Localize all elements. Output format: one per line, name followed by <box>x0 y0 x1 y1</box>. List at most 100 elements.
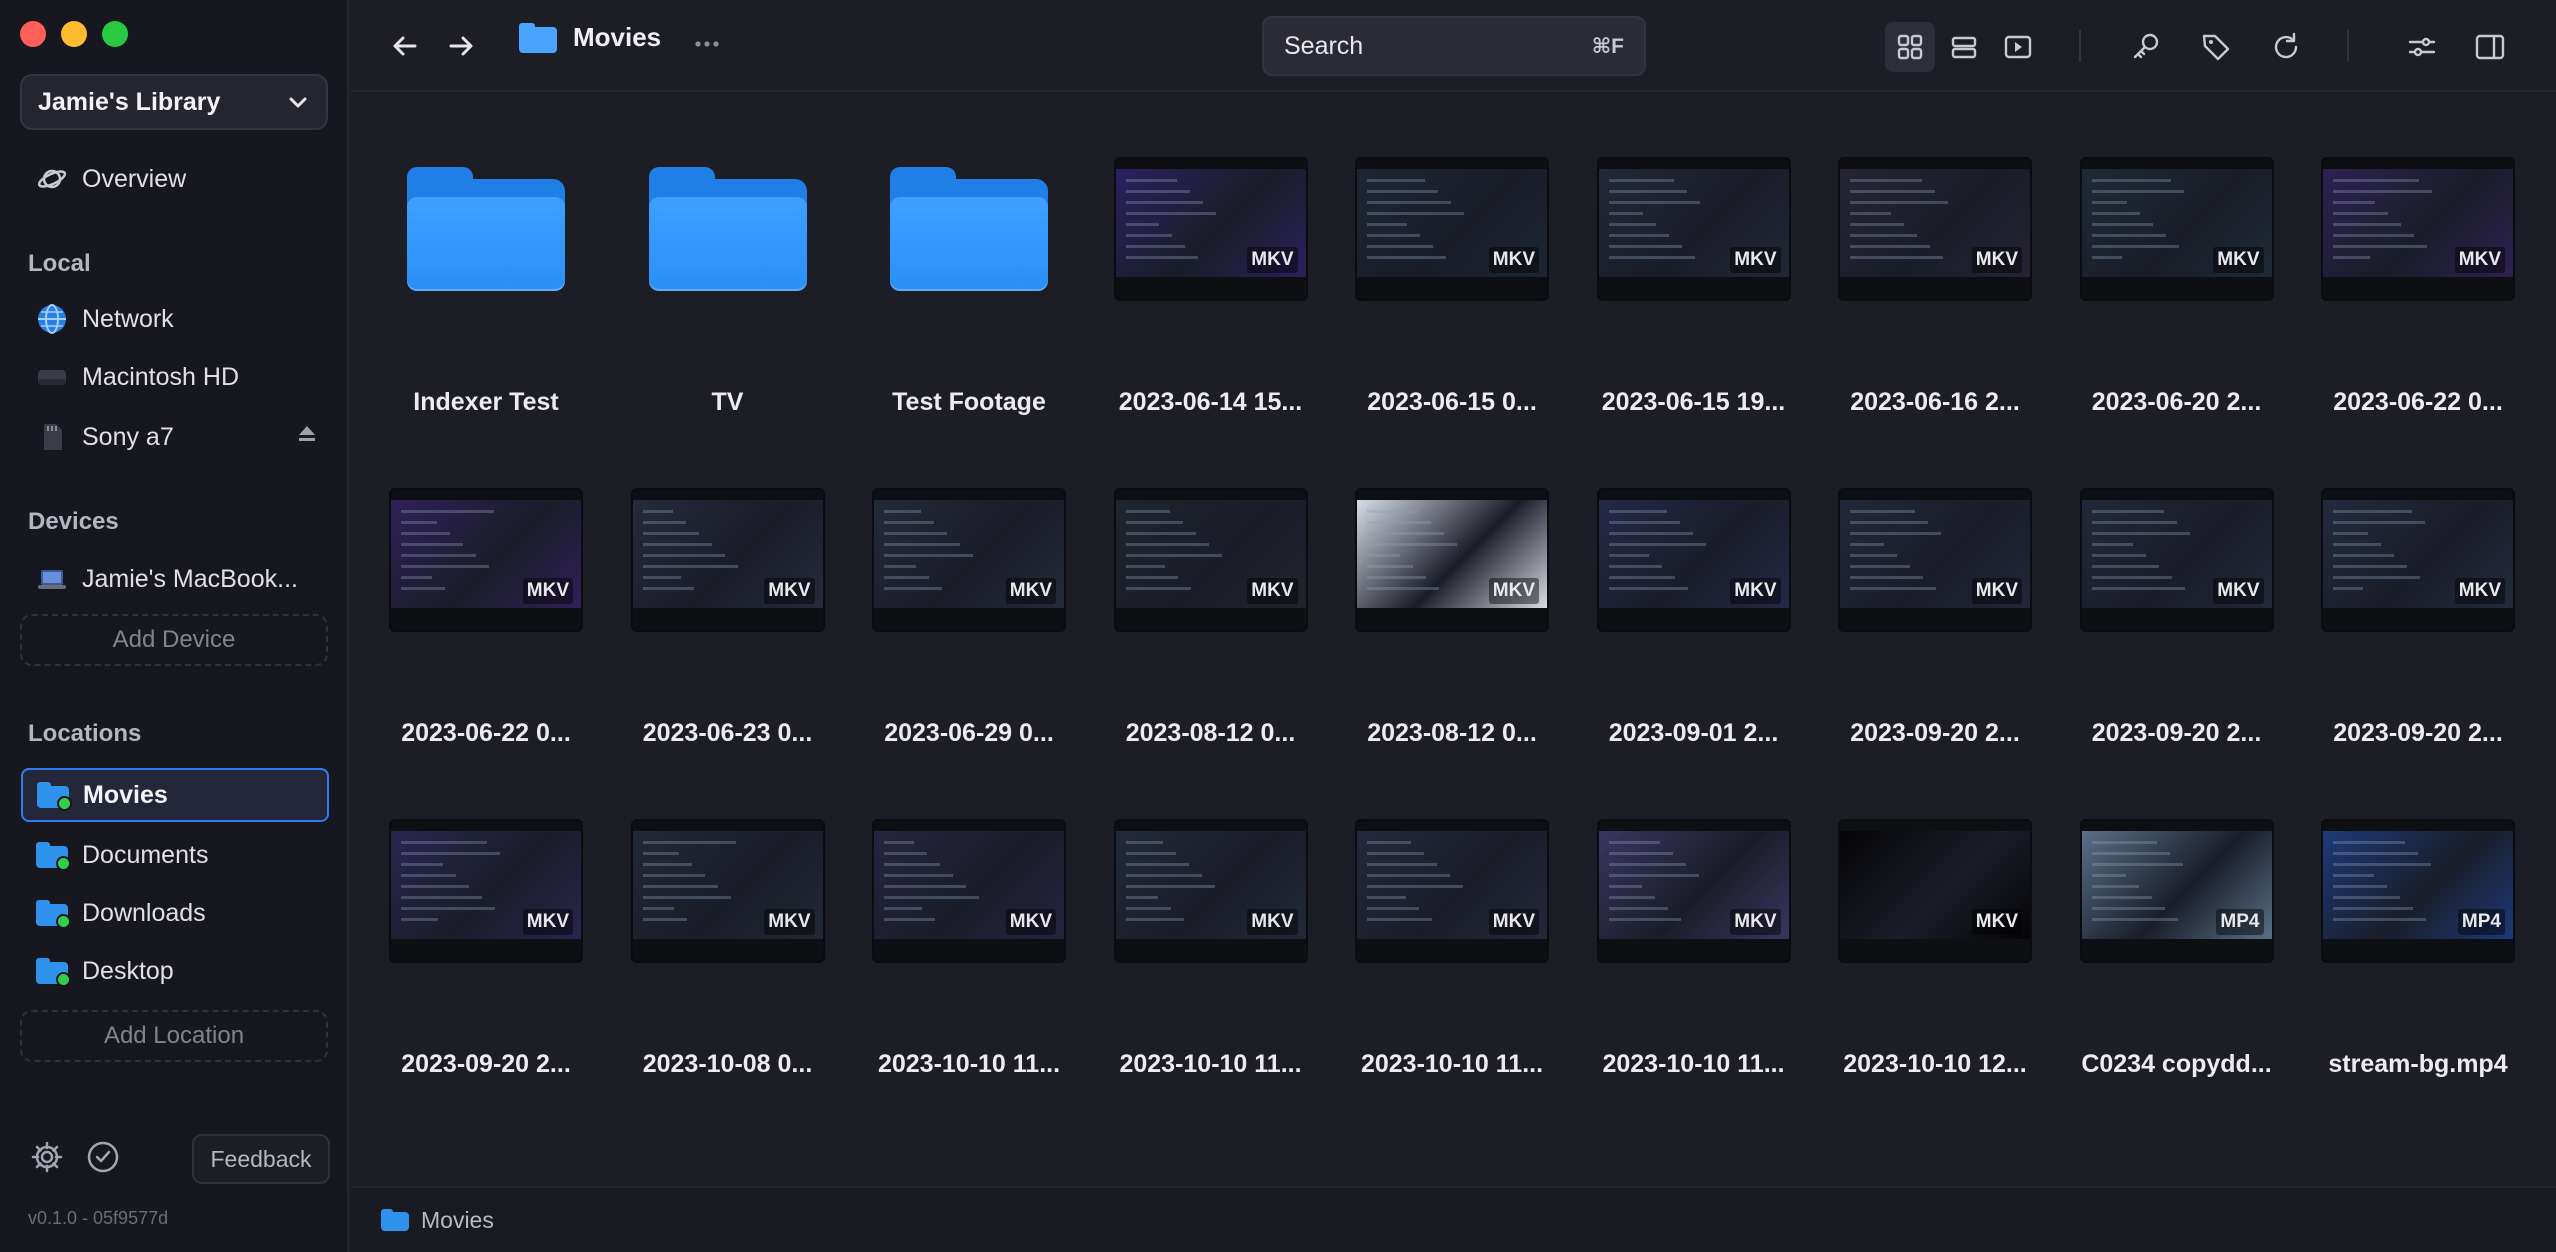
video-item[interactable]: MKV 2023-06-22 0... <box>372 467 600 767</box>
video-item[interactable]: MP4 C0234 copydd... <box>2063 798 2291 1098</box>
sidebar-item-overview[interactable]: Overview <box>22 152 328 206</box>
search-input[interactable]: Search ⌘F <box>1262 16 1646 76</box>
video-item[interactable]: MKV 2023-06-22 0... <box>2304 136 2532 436</box>
video-thumbnail: MP4 <box>2321 819 2515 963</box>
video-item[interactable]: MKV 2023-10-10 11... <box>855 798 1083 1098</box>
video-thumbnail: MKV <box>872 819 1066 963</box>
sidebar-item-desktop[interactable]: Desktop <box>22 944 328 998</box>
eject-icon[interactable] <box>296 423 318 452</box>
sliders-icon <box>2408 37 2436 57</box>
sidebar-right-icon <box>2475 34 2505 60</box>
item-name: 2023-10-10 11... <box>1119 1050 1302 1078</box>
item-thumbnail: MKV <box>2304 136 2532 322</box>
folder-item[interactable]: TV <box>614 136 842 436</box>
video-item[interactable]: MKV 2023-09-20 2... <box>2063 467 2291 767</box>
video-thumbnail: MKV <box>389 819 583 963</box>
library-selector[interactable]: Jamie's Library <box>20 74 328 130</box>
item-name: 2023-06-15 19... <box>1601 388 1786 416</box>
video-item[interactable]: MKV 2023-10-08 0... <box>614 798 842 1098</box>
sidebar-item-network[interactable]: Network <box>22 292 328 346</box>
video-item[interactable]: MKV 2023-06-23 0... <box>614 467 842 767</box>
file-type-badge: MKV <box>522 578 573 604</box>
video-item[interactable]: MKV 2023-06-16 2... <box>1821 136 2049 436</box>
item-thumbnail: MKV <box>855 467 1083 653</box>
folder-item[interactable]: Indexer Test <box>372 136 600 436</box>
list-view-button[interactable] <box>1939 22 1989 72</box>
video-item[interactable]: MKV 2023-08-12 0... <box>1338 467 1566 767</box>
zoom-window-button[interactable] <box>102 21 128 47</box>
video-item[interactable]: MKV 2023-06-14 15... <box>1097 136 1325 436</box>
file-type-badge: MKV <box>764 578 815 604</box>
check-circle-icon[interactable] <box>86 1140 120 1179</box>
item-name: 2023-08-12 0... <box>1367 719 1537 747</box>
back-button[interactable] <box>387 28 423 64</box>
item-thumbnail: MP4 <box>2063 798 2291 984</box>
item-name: TV <box>711 388 744 416</box>
item-name: 2023-10-10 11... <box>877 1050 1061 1078</box>
folder-icon <box>36 839 71 871</box>
item-thumbnail <box>372 136 600 322</box>
video-item[interactable]: MKV 2023-09-20 2... <box>2304 467 2532 767</box>
sidebar-item-documents[interactable]: Documents <box>22 828 328 882</box>
file-type-badge: MKV <box>1005 578 1056 604</box>
file-type-badge: MKV <box>2213 578 2264 604</box>
file-type-badge: MKV <box>1730 909 1781 935</box>
globe-icon <box>36 303 68 335</box>
more-options-button[interactable] <box>691 28 723 65</box>
settings-gear-icon[interactable] <box>30 1140 64 1179</box>
minimize-window-button[interactable] <box>61 21 87 47</box>
item-name: 2023-09-20 2... <box>2333 719 2503 747</box>
video-item[interactable]: MKV 2023-09-01 2... <box>1580 467 1808 767</box>
view-options-button[interactable] <box>2397 22 2447 72</box>
video-item[interactable]: MKV 2023-09-20 2... <box>1821 467 2049 767</box>
video-item[interactable]: MKV 2023-06-29 0... <box>855 467 1083 767</box>
refresh-button[interactable] <box>2261 22 2311 72</box>
video-thumbnail: MKV <box>1596 157 1791 301</box>
video-thumbnail: MKV <box>1838 488 2032 632</box>
video-thumbnail: MKV <box>1838 157 2032 301</box>
video-item[interactable]: MP4 stream-bg.mp4 <box>2304 798 2532 1098</box>
file-type-badge: MKV <box>1247 578 1298 604</box>
forward-button[interactable] <box>443 28 479 64</box>
sidebar-item-sony-a7[interactable]: Sony a7 <box>22 410 328 464</box>
refresh-icon <box>2274 32 2298 59</box>
video-item[interactable]: MKV 2023-10-10 11... <box>1097 798 1325 1098</box>
search-shortcut: ⌘F <box>1591 34 1624 58</box>
sidebar-item-downloads[interactable]: Downloads <box>22 886 328 940</box>
file-type-badge: MKV <box>2454 578 2505 604</box>
add-location-button[interactable]: Add Location <box>20 1010 328 1062</box>
folder-icon <box>381 1209 409 1231</box>
sidebar-item-macbook[interactable]: Jamie's MacBook... <box>22 552 328 606</box>
key-manager-button[interactable] <box>2121 22 2171 72</box>
close-window-button[interactable] <box>20 21 46 47</box>
video-item[interactable]: MKV 2023-08-12 0... <box>1097 467 1325 767</box>
item-thumbnail: MKV <box>1097 467 1325 653</box>
video-item[interactable]: MKV 2023-06-20 2... <box>2063 136 2291 436</box>
video-item[interactable]: MKV 2023-10-10 11... <box>1338 798 1566 1098</box>
video-item[interactable]: MKV 2023-06-15 19... <box>1580 136 1808 436</box>
item-thumbnail: MKV <box>614 798 842 984</box>
folder-item[interactable]: Test Footage <box>855 136 1083 436</box>
grid-view-button[interactable] <box>1885 22 1935 72</box>
file-type-badge: MKV <box>1005 909 1056 935</box>
file-type-badge: MP4 <box>2216 909 2264 935</box>
video-item[interactable]: MKV 2023-06-15 0... <box>1338 136 1566 436</box>
item-name: 2023-10-08 0... <box>642 1050 813 1078</box>
toolbar-divider <box>2347 30 2349 62</box>
tags-button[interactable] <box>2191 22 2241 72</box>
video-item[interactable]: MKV 2023-09-20 2... <box>372 798 600 1098</box>
item-thumbnail: MKV <box>372 798 600 984</box>
status-path[interactable]: Movies <box>421 1207 494 1234</box>
add-device-button[interactable]: Add Device <box>20 614 328 666</box>
video-item[interactable]: MKV 2023-10-10 11... <box>1580 798 1808 1098</box>
video-item[interactable]: MKV 2023-10-10 12... <box>1821 798 2049 1098</box>
video-thumbnail: MKV <box>2079 157 2274 301</box>
media-view-button[interactable] <box>1993 22 2043 72</box>
breadcrumb[interactable]: Movies <box>519 22 661 53</box>
sidebar-item-label: Desktop <box>82 956 174 985</box>
feedback-button[interactable]: Feedback <box>192 1134 330 1184</box>
toggle-inspector-button[interactable] <box>2465 22 2515 72</box>
sidebar-item-movies[interactable]: Movies <box>21 768 329 822</box>
sidebar-item-macintosh-hd[interactable]: Macintosh HD <box>22 350 328 404</box>
file-type-badge: MKV <box>2454 247 2505 273</box>
